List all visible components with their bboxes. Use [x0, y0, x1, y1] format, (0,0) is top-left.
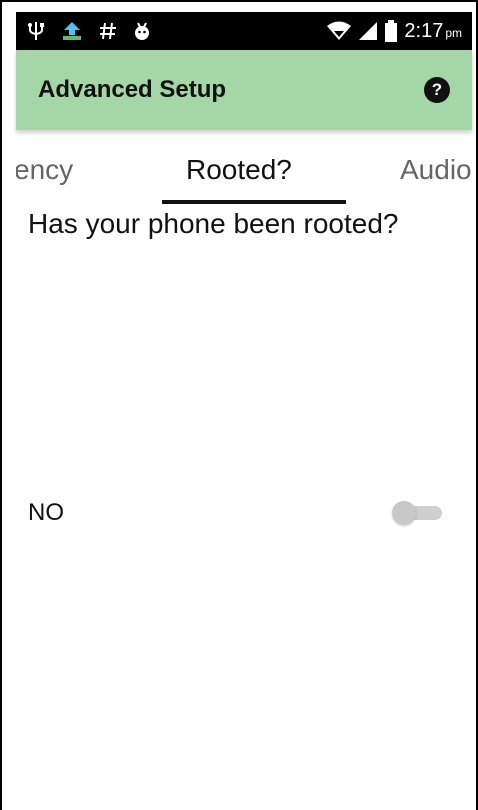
- status-bar: 2:17 pm: [16, 12, 472, 50]
- page-title: Advanced Setup: [38, 76, 227, 103]
- tab-rooted[interactable]: Rooted?: [186, 154, 292, 186]
- help-icon[interactable]: ?: [424, 77, 450, 103]
- clock: 2:17 pm: [404, 19, 462, 42]
- question-text: Has your phone been rooted?: [28, 208, 399, 239]
- battery-icon: [384, 20, 398, 42]
- app-bar: Advanced Setup ?: [16, 50, 472, 130]
- rooted-toggle[interactable]: [392, 497, 444, 529]
- wifi-icon: [326, 21, 352, 41]
- toggle-thumb: [392, 501, 416, 525]
- android-icon: [132, 20, 152, 42]
- phone-frame: 2:17 pm Advanced Setup ? ency Rooted? Aud…: [0, 0, 478, 810]
- signal-icon: [358, 21, 378, 41]
- tab-strip: ency Rooted? Audio: [16, 132, 472, 204]
- option-label: NO: [28, 499, 64, 526]
- tab-frequency[interactable]: ency: [16, 154, 73, 186]
- usb-icon: [26, 20, 46, 42]
- hash-icon: [98, 20, 118, 42]
- tab-indicator: [162, 200, 346, 204]
- tab-audio[interactable]: Audio: [400, 154, 472, 186]
- rooted-option-row: NO: [16, 490, 472, 536]
- upload-icon: [60, 20, 84, 42]
